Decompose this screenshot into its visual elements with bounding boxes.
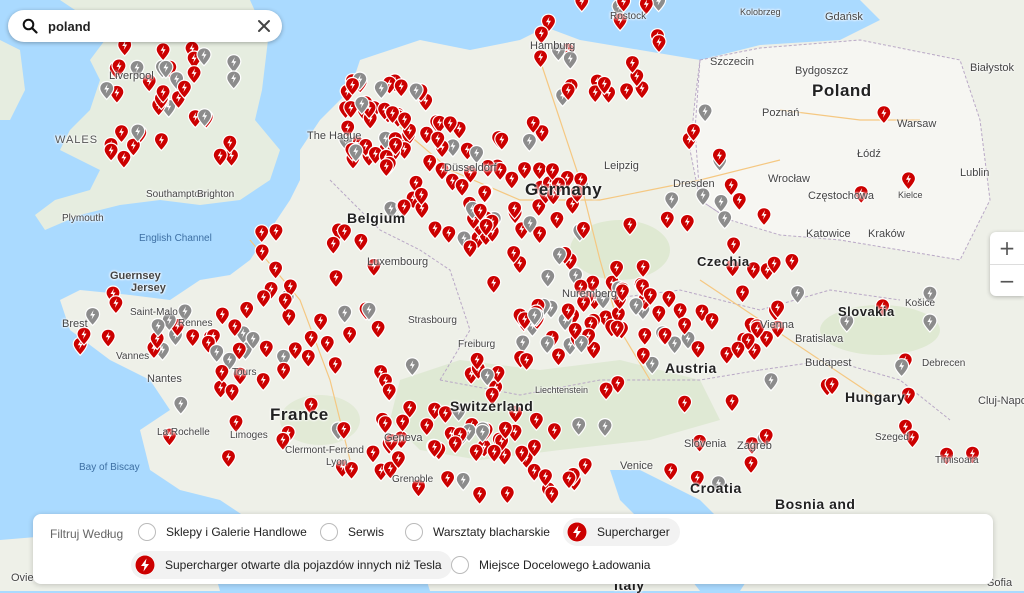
search-box[interactable] <box>8 10 282 42</box>
filter-option-label: Warsztaty blacharskie <box>433 525 550 539</box>
radio-button[interactable] <box>138 523 156 541</box>
zoom-in-button[interactable]: + <box>990 232 1024 264</box>
filter-option-body-shops[interactable]: Warsztaty blacharskie <box>401 518 560 546</box>
filter-panel: Filtruj Według Sklepy i Galerie Handlowe… <box>33 514 993 584</box>
close-icon[interactable] <box>256 18 272 34</box>
search-input[interactable] <box>46 17 250 35</box>
supercharger-icon[interactable] <box>567 522 587 542</box>
zoom-controls: + − <box>990 232 1024 296</box>
filter-option-supercharger[interactable]: Supercharger <box>563 518 680 546</box>
filter-option-label: Serwis <box>348 525 385 539</box>
supercharger-icon[interactable] <box>135 555 155 575</box>
zoom-out-button[interactable]: − <box>990 265 1024 297</box>
filter-title: Filtruj Według <box>50 527 124 541</box>
filter-option-destination-charging[interactable]: Miejsce Docelowego Ładowania <box>447 551 660 579</box>
filter-option-label: Miejsce Docelowego Ładowania <box>479 558 651 572</box>
search-icon <box>22 18 38 34</box>
filter-option-label: Supercharger <box>597 525 670 539</box>
radio-button[interactable] <box>405 523 423 541</box>
filter-option-supercharger-non-tesla[interactable]: Supercharger otwarte dla pojazdów innych… <box>131 551 452 579</box>
filter-option-label: Supercharger otwarte dla pojazdów innych… <box>165 558 442 572</box>
radio-button[interactable] <box>451 556 469 574</box>
map-base[interactable] <box>0 0 1024 591</box>
filter-option-label: Sklepy i Galerie Handlowe <box>166 525 307 539</box>
radio-button[interactable] <box>320 523 338 541</box>
filter-option-stores[interactable]: Sklepy i Galerie Handlowe <box>134 518 317 546</box>
filter-option-service[interactable]: Serwis <box>316 518 394 546</box>
